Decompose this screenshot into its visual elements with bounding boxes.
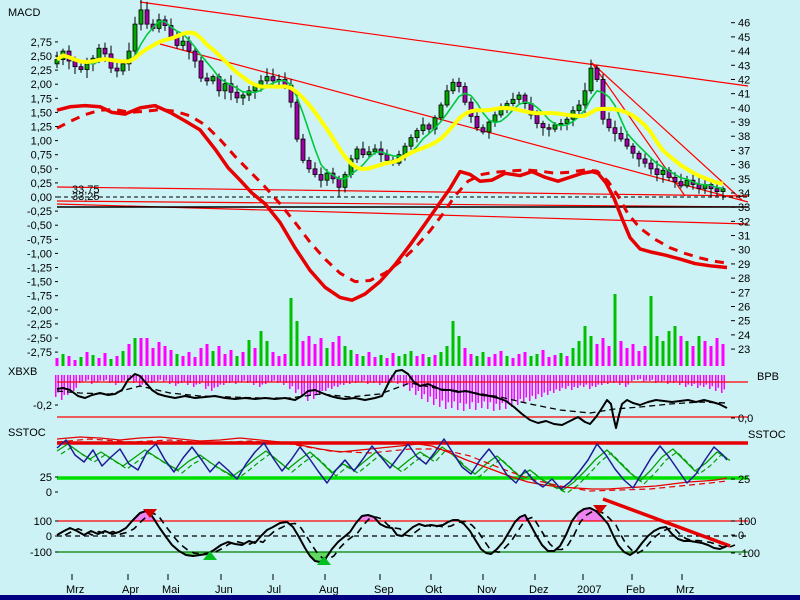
axis-tick-label: Aug (319, 584, 339, 596)
axis-tick-label: -2,50 (27, 333, 52, 345)
axis-tick-label: Nov (477, 584, 497, 596)
axis-tick-label: -1,00 (27, 248, 52, 260)
axis-tick-label: 43 (738, 60, 750, 72)
axis-tick-label: 34 (738, 188, 750, 200)
axis-tick-label: 2,75 (31, 37, 52, 49)
axis-tick-label: -0,50 (27, 220, 52, 232)
axis-tick-label: Okt (425, 584, 442, 596)
axis-tick-label: Dez (529, 584, 549, 596)
axis-tick-label: Sep (374, 584, 394, 596)
axis-tick-label: Feb (626, 584, 645, 596)
axis-tick-label: 45 (738, 32, 750, 44)
axis-tick-label: 40 (738, 103, 750, 115)
axis-tick-label: 100 (738, 516, 756, 528)
axis-tick-label: Jun (215, 584, 233, 596)
axis-tick-label: Apr (122, 584, 139, 596)
axis-tick-label: -1,25 (27, 263, 52, 275)
price-chart-svg: 2,75 2,50 2,25 2,00 1,75 1,50 1,25 1,00 0,75 0,50… (0, 0, 800, 600)
axis-tick-label: 32 (738, 216, 750, 228)
axis-tick-label: 1,75 (31, 93, 52, 105)
axis-tick-label: 1,25 (31, 122, 52, 134)
axis-tick-label: 25 (40, 472, 52, 484)
axis-tick-label: -0,2 (33, 400, 52, 412)
macd-panel-label: MACD (8, 8, 40, 19)
axis-tick-label: 2,50 (31, 51, 52, 63)
axis-tick-label: 36 (738, 160, 750, 172)
axis-tick-label: 25 (738, 316, 750, 328)
axis-tick-label: 37 (738, 145, 750, 157)
axis-tick-label: -0,25 (27, 206, 52, 218)
bpb-panel-label: BPB (757, 372, 779, 383)
axis-tick-label: 0,00 (31, 192, 52, 204)
axis-tick-label: 23 (738, 344, 750, 356)
axis-tick-label: 0,75 (31, 150, 52, 162)
window-bottom-bar (0, 595, 800, 600)
sstoc-left-panel-label: SSTOC (8, 428, 46, 439)
axis-tick-label: 39 (738, 117, 750, 129)
axis-tick-label: 2007 (577, 584, 601, 596)
axis-tick-label: 27 (738, 287, 750, 299)
axis-tick-label: -0,75 (27, 234, 52, 246)
axis-tick-label: 35 (738, 174, 750, 186)
axis-tick-label: 26 (738, 302, 750, 314)
axis-tick-label: Mrz (66, 584, 84, 596)
axis-tick-label: 0,50 (31, 164, 52, 176)
axis-tick-label: 0 (46, 531, 52, 543)
axis-tick-label: 29 (738, 259, 750, 271)
axis-tick-label: Mai (162, 584, 180, 596)
chart-window: 2,75 2,50 2,25 2,00 1,75 1,50 1,25 1,00 0,75 0,50… (0, 0, 800, 600)
axis-tick-label: 100 (34, 516, 52, 528)
axis-tick-label: 42 (738, 74, 750, 86)
price-level-label-3325: 33,25 (72, 192, 100, 203)
axis-tick-label: 25 (738, 474, 750, 486)
axis-tick-label: -1,50 (27, 277, 52, 289)
axis-tick-label: 44 (738, 46, 750, 58)
axis-tick-label: -2,00 (27, 305, 52, 317)
axis-tick-label: 41 (738, 89, 750, 101)
axis-tick-label: 0 (738, 530, 744, 542)
axis-tick-label: 1,00 (31, 136, 52, 148)
axis-tick-label: -2,75 (27, 347, 52, 359)
axis-tick-label: 28 (738, 273, 750, 285)
axis-tick-label: -1,75 (27, 291, 52, 303)
sstoc-right-panel-label: SSTOC (748, 430, 786, 441)
axis-tick-label: 2,00 (31, 79, 52, 91)
axis-tick-label: 46 (738, 18, 750, 30)
axis-tick-label: 0,25 (31, 178, 52, 190)
axis-tick-label: 0,0 (738, 413, 753, 425)
axis-tick-label: 31 (738, 231, 750, 243)
axis-tick-label: 0 (46, 487, 52, 499)
axis-tick-label: 1,50 (31, 107, 52, 119)
axis-tick-label: -2,25 (27, 319, 52, 331)
axis-tick-label: 38 (738, 131, 750, 143)
axis-tick-label: 24 (738, 330, 750, 342)
axis-tick-label: -100 (30, 547, 52, 559)
axis-tick-label: -100 (738, 548, 760, 560)
axis-tick-label: 33 (738, 202, 750, 214)
xbxb-panel-label: XBXB (8, 367, 37, 378)
axis-tick-label: Mrz (676, 584, 694, 596)
axis-tick-label: Jul (267, 584, 281, 596)
axis-tick-label: 2,25 (31, 65, 52, 77)
axis-tick-label: 30 (738, 245, 750, 257)
